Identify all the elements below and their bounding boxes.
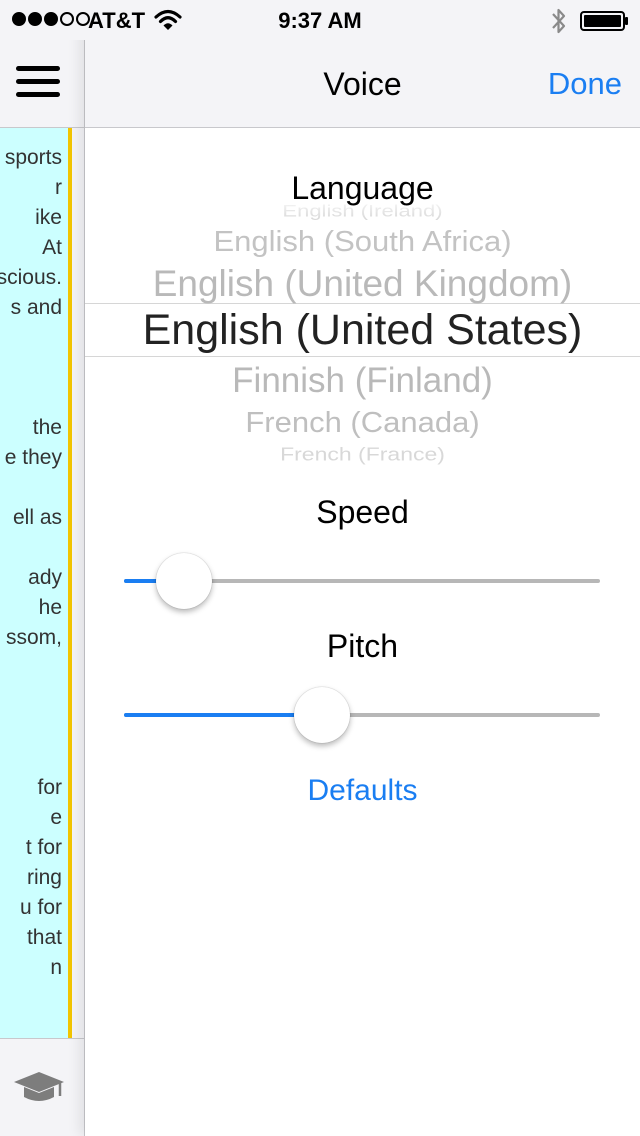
language-option[interactable]: English (United Kingdom)	[85, 263, 640, 305]
document-text-line: ell as	[12, 506, 62, 529]
graduation-cap-icon[interactable]	[12, 1070, 66, 1106]
document-text-area[interactable]: sports r ike At scious. s and the e they ell a…	[0, 128, 72, 1038]
document-text-line	[0, 383, 62, 413]
document-text-line: ady	[28, 566, 62, 589]
document-text-line	[0, 653, 62, 683]
document-text-line: scious.	[0, 266, 62, 289]
language-picker[interactable]: English (Ireland)English (South Africa)E…	[85, 196, 640, 466]
defaults-button[interactable]: Defaults	[85, 774, 640, 808]
document-text-line: s and	[10, 296, 62, 319]
hamburger-menu-icon[interactable]	[16, 66, 60, 98]
document-text-line: he	[38, 596, 62, 619]
navigation-bar: Voice Done	[85, 40, 640, 128]
language-label: Language	[291, 170, 434, 206]
document-text-line: sports	[4, 146, 62, 169]
document-text-line	[0, 533, 62, 563]
document-text-line: r	[55, 176, 62, 199]
pitch-slider[interactable]	[124, 685, 600, 745]
document-text-line: e	[50, 806, 62, 829]
document-text-line: that	[26, 926, 62, 949]
document-side-panel: sports r ike At scious. s and the e they ell a…	[0, 40, 85, 1136]
document-text-line	[0, 473, 62, 503]
document-text: sports r ike At scious. s and the e they ell a…	[0, 143, 62, 983]
document-text-line: for	[37, 776, 62, 799]
language-option[interactable]: French (Canada)	[85, 406, 640, 439]
pitch-label: Pitch	[326, 628, 399, 664]
language-option[interactable]: French (France)	[85, 444, 640, 466]
document-text-line	[0, 353, 62, 383]
document-text-line: t for	[25, 836, 62, 859]
speed-label: Speed	[316, 494, 409, 530]
document-text-line: n	[50, 956, 62, 979]
document-text-line: e they	[4, 446, 62, 469]
document-text-line: ring	[26, 866, 62, 889]
speed-slider-thumb[interactable]	[156, 553, 213, 609]
bluetooth-icon	[552, 8, 566, 34]
status-time: 9:37 AM	[278, 8, 362, 33]
document-text-line	[0, 683, 62, 713]
document-text-line: ssom,	[5, 626, 62, 649]
document-text-line	[0, 323, 62, 353]
pitch-slider-thumb[interactable]	[294, 687, 351, 743]
language-option-selected[interactable]: English (United States)	[85, 306, 640, 355]
document-text-line	[0, 713, 62, 743]
battery-icon	[580, 11, 628, 31]
speed-slider[interactable]	[124, 551, 600, 611]
document-text-line: At	[42, 236, 62, 259]
language-option[interactable]: English (South Africa)	[85, 225, 640, 258]
status-bar: AT&T 9:37 AM	[0, 0, 640, 40]
document-text-line: u for	[19, 896, 62, 919]
language-option[interactable]: Finnish (Finland)	[85, 361, 640, 401]
document-text-line	[0, 743, 62, 773]
done-button[interactable]: Done	[548, 66, 622, 102]
document-text-line: ike	[35, 206, 62, 229]
voice-settings-panel: Voice Done English (Ireland)English (Sou…	[85, 0, 640, 1136]
document-text-line: the	[32, 416, 62, 439]
